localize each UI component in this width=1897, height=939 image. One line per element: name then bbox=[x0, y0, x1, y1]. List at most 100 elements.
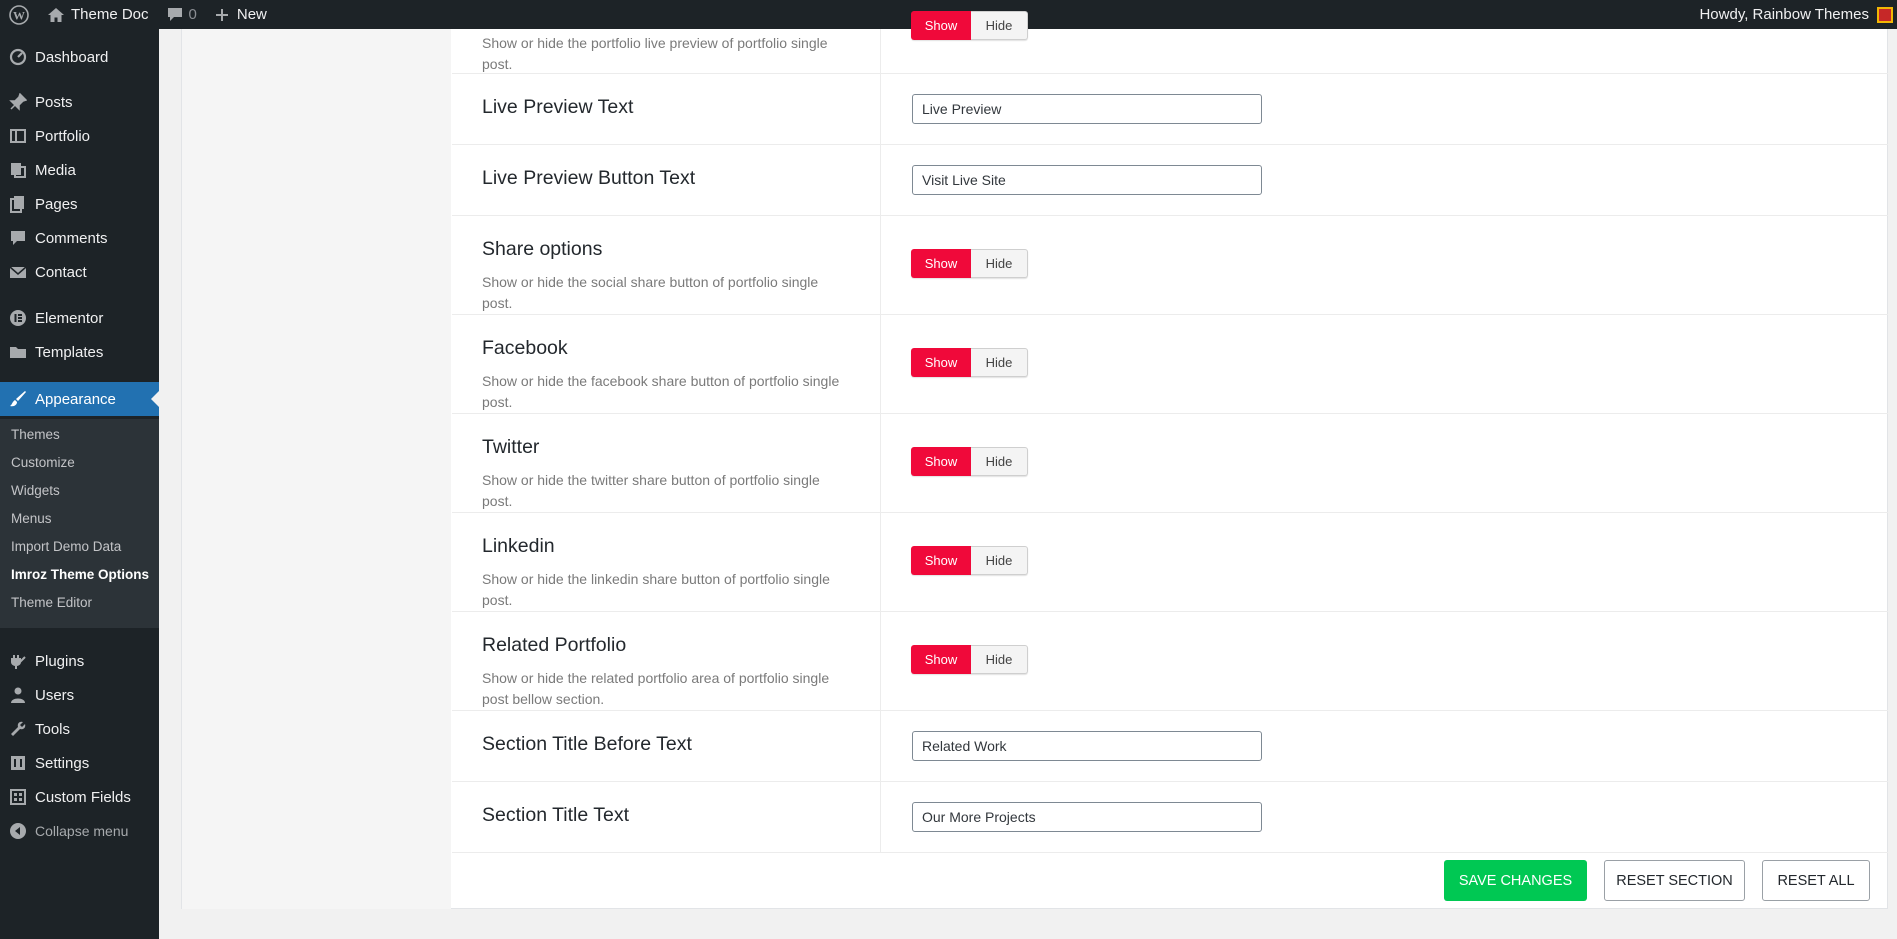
field-title: Live Preview Button Text bbox=[482, 167, 696, 189]
field-title: Share options bbox=[482, 238, 603, 260]
portfolio-icon bbox=[0, 127, 35, 145]
home-icon bbox=[48, 7, 64, 22]
menu-label: Appearance bbox=[35, 390, 116, 408]
menu-item-appearance[interactable]: Appearance bbox=[0, 382, 159, 416]
field-title: Related Portfolio bbox=[482, 634, 627, 656]
menu-item-posts[interactable]: Posts bbox=[0, 85, 159, 119]
show-button[interactable]: Show bbox=[911, 645, 971, 674]
menu-label: Collapse menu bbox=[35, 823, 129, 839]
menu-item-contact[interactable]: Contact bbox=[0, 255, 159, 289]
comment-bubble-icon bbox=[167, 8, 182, 21]
submenu-themes[interactable]: Themes bbox=[11, 427, 60, 442]
show-button[interactable]: Show bbox=[911, 249, 971, 278]
menu-item-media[interactable]: Media bbox=[0, 153, 159, 187]
folder-icon bbox=[0, 343, 35, 361]
menu-label: Templates bbox=[35, 343, 104, 361]
save-changes-button[interactable]: Save Changes bbox=[1444, 860, 1587, 901]
live-preview-text-input[interactable] bbox=[912, 94, 1262, 124]
dashboard-icon bbox=[0, 48, 35, 66]
field-description: Show or hide the related portfolio area … bbox=[482, 670, 830, 707]
menu-item-settings[interactable]: Settings bbox=[0, 746, 159, 780]
hide-button[interactable]: Hide bbox=[971, 249, 1028, 278]
show-button[interactable]: Show bbox=[911, 11, 971, 40]
section-title-before-text-input[interactable] bbox=[912, 731, 1262, 761]
menu-item-tools[interactable]: Tools bbox=[0, 712, 159, 746]
menu-label: Users bbox=[35, 686, 75, 704]
hide-button[interactable]: Hide bbox=[971, 348, 1028, 377]
field-description: Show or hide the twitter share button of… bbox=[482, 472, 820, 509]
show-button[interactable]: Show bbox=[911, 546, 971, 575]
menu-item-elementor[interactable]: Elementor bbox=[0, 301, 159, 335]
avatar[interactable] bbox=[1877, 6, 1893, 23]
settings-icon bbox=[0, 754, 35, 772]
menu-label: Pages bbox=[35, 195, 78, 213]
plus-icon bbox=[215, 8, 228, 21]
comments-link[interactable]: 0 bbox=[158, 0, 206, 29]
comments-count: 0 bbox=[188, 6, 197, 23]
submenu-widgets[interactable]: Widgets bbox=[11, 483, 60, 498]
field-row-live-preview-button-text: Live Preview Button Text bbox=[452, 145, 1888, 216]
admin-sidebar: Dashboard Posts Portfolio Media Pages Co… bbox=[0, 29, 159, 939]
menu-item-dashboard[interactable]: Dashboard bbox=[0, 40, 159, 74]
site-name-link[interactable]: Theme Doc bbox=[38, 0, 158, 29]
reset-section-button[interactable]: Reset Section bbox=[1604, 860, 1745, 901]
hide-button[interactable]: Hide bbox=[971, 447, 1028, 476]
field-description: Show or hide the portfolio live preview … bbox=[482, 35, 828, 72]
field-title: Live Preview Text bbox=[482, 96, 634, 118]
field-title: Section Title Text bbox=[482, 804, 630, 826]
user-icon bbox=[0, 686, 35, 704]
menu-item-pages[interactable]: Pages bbox=[0, 187, 159, 221]
hide-button[interactable]: Hide bbox=[971, 645, 1028, 674]
menu-label: Settings bbox=[35, 754, 90, 772]
submenu-import-demo-data[interactable]: Import Demo Data bbox=[11, 539, 121, 554]
grid-icon bbox=[0, 788, 35, 806]
menu-item-users[interactable]: Users bbox=[0, 678, 159, 712]
media-icon bbox=[0, 161, 35, 179]
field-title: Twitter bbox=[482, 436, 540, 458]
submenu-customize[interactable]: Customize bbox=[11, 455, 75, 470]
reset-all-button[interactable]: Reset All bbox=[1762, 860, 1870, 901]
menu-label: Elementor bbox=[35, 309, 104, 327]
field-title: Section Title Before Text bbox=[482, 733, 692, 755]
share-options-toggle: Show Hide bbox=[911, 249, 1028, 278]
collapse-icon bbox=[0, 822, 35, 840]
menu-label: Contact bbox=[35, 263, 87, 281]
wrench-icon bbox=[0, 720, 35, 738]
svg-text:W: W bbox=[13, 8, 25, 22]
hide-button[interactable]: Hide bbox=[971, 11, 1028, 40]
menu-label: Custom Fields bbox=[35, 788, 131, 806]
menu-item-plugins[interactable]: Plugins bbox=[0, 644, 159, 678]
section-title-text-input[interactable] bbox=[912, 802, 1262, 832]
live-preview-button-text-input[interactable] bbox=[912, 165, 1262, 195]
field-row-linkedin: Linkedin Show or hide the linkedin share… bbox=[452, 513, 1888, 612]
submenu-theme-editor[interactable]: Theme Editor bbox=[11, 595, 92, 610]
hide-button[interactable]: Hide bbox=[971, 546, 1028, 575]
menu-item-comments[interactable]: Comments bbox=[0, 221, 159, 255]
field-row-section-title-before-text: Section Title Before Text bbox=[452, 711, 1888, 782]
field-row-related-portfolio: Related Portfolio Show or hide the relat… bbox=[452, 612, 1888, 711]
field-title: Facebook bbox=[482, 337, 568, 359]
show-button[interactable]: Show bbox=[911, 447, 971, 476]
comment-icon bbox=[0, 229, 35, 247]
field-row-live-preview-text: Live Preview Text bbox=[452, 74, 1888, 145]
field-row-facebook: Facebook Show or hide the facebook share… bbox=[452, 315, 1888, 414]
account-greeting[interactable]: Howdy, Rainbow Themes bbox=[1699, 6, 1869, 23]
menu-item-templates[interactable]: Templates bbox=[0, 335, 159, 369]
field-row-section-title-text: Section Title Text bbox=[452, 782, 1888, 853]
menu-item-custom-fields[interactable]: Custom Fields bbox=[0, 780, 159, 814]
elementor-icon bbox=[0, 309, 35, 327]
menu-label: Media bbox=[35, 161, 76, 179]
collapse-menu-button[interactable]: Collapse menu bbox=[0, 814, 159, 848]
wordpress-logo-icon[interactable]: W bbox=[0, 0, 38, 29]
submenu-imroz-theme-options[interactable]: Imroz Theme Options bbox=[11, 567, 149, 582]
appearance-submenu: Themes Customize Widgets Menus Import De… bbox=[0, 419, 159, 628]
menu-item-portfolio[interactable]: Portfolio bbox=[0, 119, 159, 153]
new-label: New bbox=[236, 6, 267, 23]
show-button[interactable]: Show bbox=[911, 348, 971, 377]
field-row-share-options: Share options Show or hide the social sh… bbox=[452, 216, 1888, 315]
submenu-menus[interactable]: Menus bbox=[11, 511, 52, 526]
new-content-link[interactable]: New bbox=[206, 0, 276, 29]
menu-label: Tools bbox=[35, 720, 71, 738]
mail-icon bbox=[0, 263, 35, 281]
pin-icon bbox=[0, 93, 35, 111]
